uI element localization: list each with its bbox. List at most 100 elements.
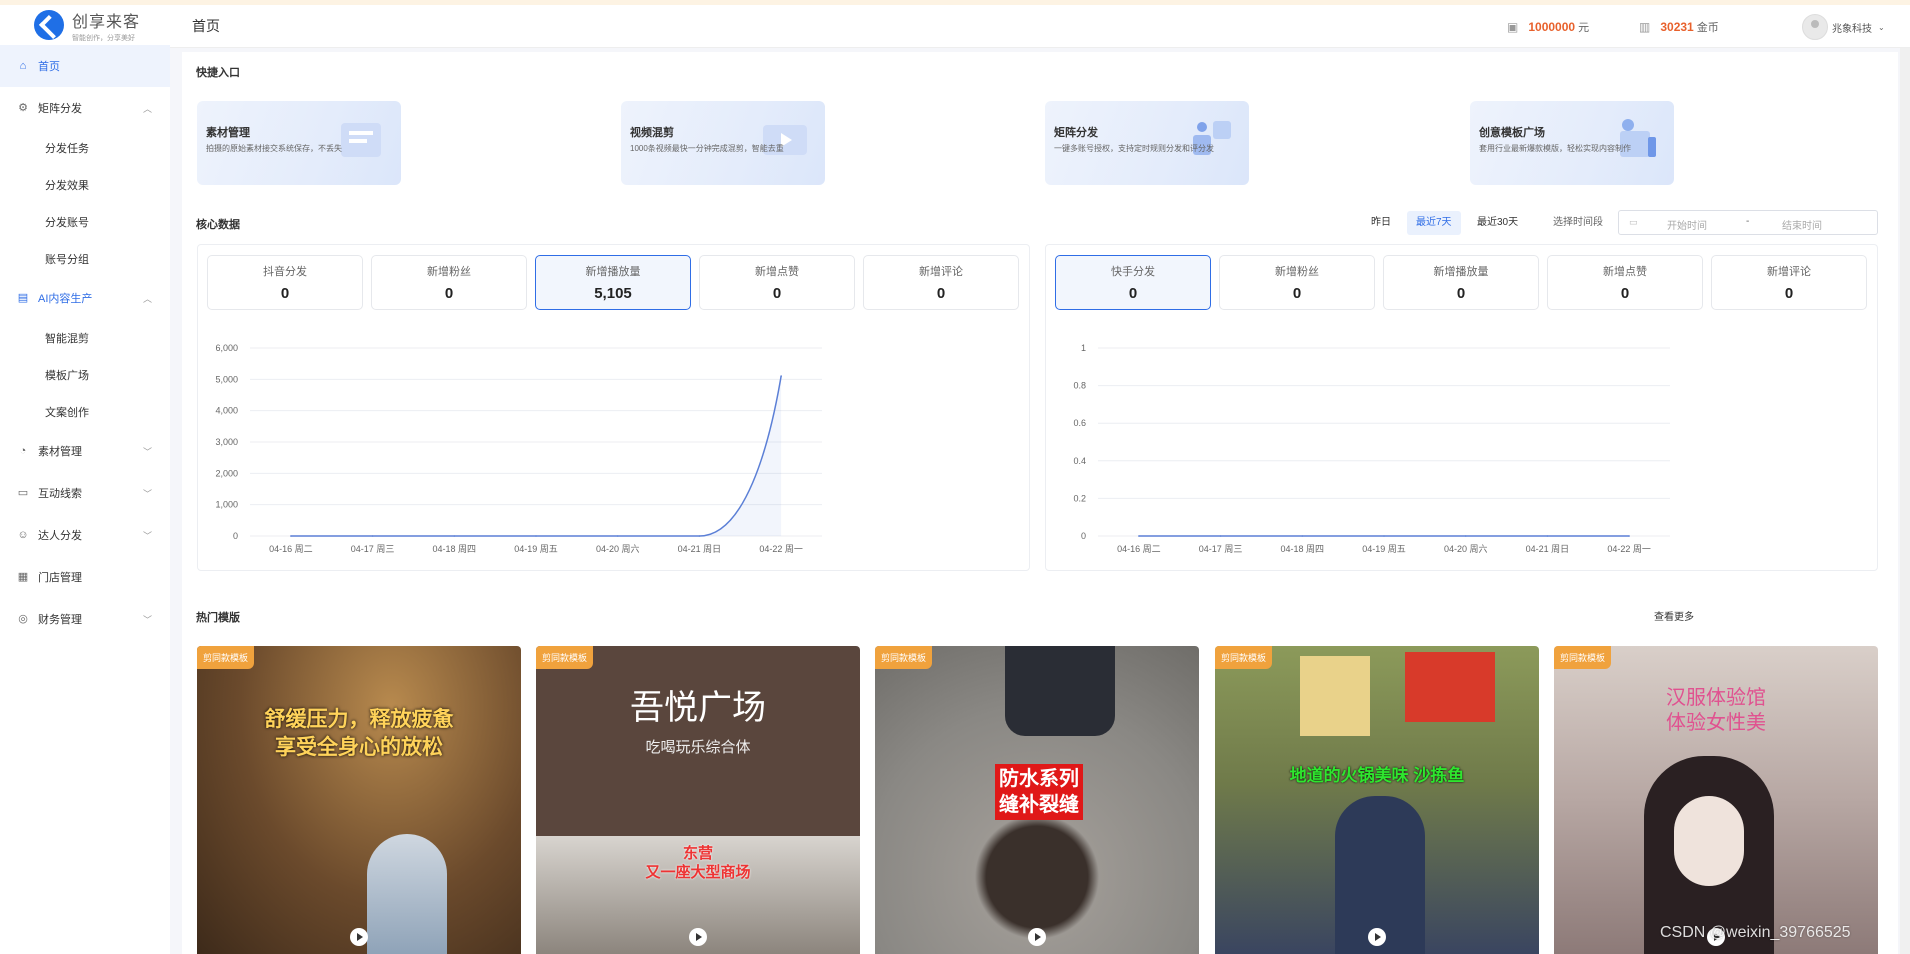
template-tag: 剪同款模板 [197, 646, 255, 669]
quick-card-matrix[interactable]: 矩阵分发 一键多账号授权，支持定时规则分发和评分发 [1045, 101, 1249, 185]
x-tick-label: 04-21 周日 [678, 544, 722, 554]
template-tag: 剪同款模板 [1215, 646, 1273, 669]
sidebar-subitem-effect[interactable]: 分发效果 [0, 166, 170, 203]
top-header: 首页 ▣ 1000000 元 ▥ 30231 金币 兆象科技 ⌄ [170, 5, 1910, 48]
range-7days[interactable]: 最近7天 [1407, 211, 1461, 235]
play-icon[interactable] [1368, 928, 1386, 946]
data-point [616, 535, 619, 537]
sidebar-subitem-account[interactable]: 分发账号 [0, 203, 170, 240]
message-icon: ▭ [17, 487, 29, 499]
x-tick-label: 04-18 周四 [433, 544, 477, 554]
sidebar-item-label: 门店管理 [38, 572, 82, 584]
kuaishou-chart: 0 0.2 0.4 0.6 0.8 1 04-16 周二 04-17 周三 04-18 周四 04… [1073, 343, 1670, 554]
play-icon[interactable] [350, 928, 368, 946]
poster-graphic [1405, 652, 1495, 722]
template-card[interactable]: 吾悦广场 吃喝玩乐综合体 东营 又一座大型商场 剪同款模板 [536, 646, 860, 954]
quick-card-title: 素材管理 [206, 127, 250, 139]
data-point [780, 375, 782, 377]
range-yesterday[interactable]: 昨日 [1362, 211, 1400, 235]
sidebar-item-label: 财务管理 [38, 614, 82, 626]
template-card[interactable]: 防水系列 缝补裂缝 剪同款模板 [875, 646, 1199, 954]
sidebar-item-ai[interactable]: ▤ AI内容生产 ︿ [0, 277, 170, 319]
y-tick-label: 1,000 [215, 500, 238, 510]
y-tick-label: 2,000 [215, 468, 238, 478]
sidebar-subitem-copywriting[interactable]: 文案创作 [0, 393, 170, 430]
template-illustration-icon [1620, 119, 1656, 157]
sidebar-item-talent[interactable]: ☺ 达人分发 ﹀ [0, 514, 170, 556]
sidebar-item-home[interactable]: ⌂ 首页 [0, 45, 170, 87]
brand-logo[interactable]: 创享来客 智能创作，分享美好 [0, 5, 170, 45]
y-tick-label: 5,000 [215, 374, 238, 384]
finance-icon: ◎ [18, 613, 28, 625]
coins-display: ▥ 30231 金币 [1639, 19, 1719, 35]
sidebar-subitem-task[interactable]: 分发任务 [0, 129, 170, 166]
play-icon[interactable] [689, 928, 707, 946]
logo-icon [34, 10, 64, 40]
view-more-link[interactable]: 查看更多 [1654, 608, 1694, 623]
sidebar-item-interaction[interactable]: ▭ 互动线索 ﹀ [0, 472, 170, 514]
sidebar-subitem-template[interactable]: 模板广场 [0, 356, 170, 393]
quick-card-template[interactable]: 创意模板广场 套用行业最新爆款模版，轻松实现内容制作 [1470, 101, 1674, 185]
template-overlay-text: 吾悦广场 [630, 688, 766, 728]
chevron-down-icon: ﹀ [142, 531, 152, 541]
sidebar-item-label: AI内容生产 [38, 293, 93, 305]
date-range-picker[interactable]: ▭ 开始时间 - 结束时间 [1618, 210, 1878, 235]
sidebar-subitem-group[interactable]: 账号分组 [0, 240, 170, 277]
face-graphic [1674, 796, 1744, 886]
x-tick-label: 04-21 周日 [1526, 544, 1570, 554]
chevron-up-icon: ︿ [142, 104, 152, 114]
sidebar-item-material[interactable]: ◔ 素材管理 ﹀ [0, 430, 170, 472]
sidebar-subitem-mix[interactable]: 智能混剪 [0, 319, 170, 356]
date-start-input[interactable]: 开始时间 [1667, 217, 1707, 232]
y-tick-label: 4,000 [215, 406, 238, 416]
template-overlay-text: 汉服体验馆 体验女性美 [1666, 687, 1766, 734]
template-card[interactable]: 地道的火锅美味 沙拣鱼 剪同款模板 [1215, 646, 1539, 954]
quick-card-mix[interactable]: 视频混剪 1000条视频最快一分钟完成混剪，智能去重 [621, 101, 825, 185]
page-scrollbar[interactable] [1900, 48, 1910, 954]
chevron-down-icon: ﹀ [142, 447, 152, 457]
date-end-input[interactable]: 结束时间 [1782, 217, 1822, 232]
sidebar-item-matrix[interactable]: ⚙ 矩阵分发 ︿ [0, 87, 170, 129]
window-graphic [367, 834, 447, 954]
sidebar-item-store[interactable]: ▦ 门店管理 [0, 556, 170, 598]
y-tick-label: 0.8 [1073, 381, 1086, 391]
x-tick-label: 04-22 周一 [759, 544, 803, 554]
data-point [698, 535, 701, 537]
user-menu[interactable]: 兆象科技 ⌄ [1802, 14, 1885, 40]
x-tick-label: 04-17 周三 [1199, 544, 1243, 554]
quick-card-desc: 套用行业最新爆款模版，轻松实现内容制作 [1479, 144, 1631, 153]
y-tick-label: 0.6 [1073, 418, 1086, 428]
play-icon[interactable] [1028, 928, 1046, 946]
quick-entry-title: 快捷入口 [196, 67, 240, 79]
document-icon: ▤ [17, 292, 29, 304]
template-subtitle: 吃喝玩乐综合体 [645, 738, 751, 756]
sidebar-item-label: 首页 [38, 61, 60, 73]
x-tick-label: 04-17 周三 [351, 544, 395, 554]
user-name: 兆象科技 [1832, 23, 1872, 35]
template-card[interactable]: 汉服体验馆 体验女性美 剪同款模板 [1554, 646, 1878, 954]
x-tick-label: 04-16 周二 [269, 544, 313, 554]
kuaishou-data-panel: 快手分发 0 新增粉丝 0 新增播放量 0 新增点赞 0 新增评论 0 0 0.2… [1045, 244, 1878, 571]
coins-unit: 金币 [1696, 22, 1719, 34]
wallet-icon: ▣ [1507, 20, 1519, 34]
quick-card-desc: 拍摄的原始素材接交系统保存，不丢失 [206, 144, 342, 153]
avatar [1802, 14, 1828, 40]
share-icon: ⚙ [18, 102, 28, 114]
core-data-title: 核心数据 [196, 219, 240, 231]
sidebar-item-label: 素材管理 [38, 446, 82, 458]
template-tag: 剪同款模板 [536, 646, 594, 669]
watermark-text: CSDN @weixin_39766525 [1660, 924, 1851, 941]
range-label: 选择时间段 [1553, 217, 1603, 228]
template-overlay-text: 舒缓压力，释放疲惫 享受全身心的放松 [264, 708, 454, 759]
range-30days[interactable]: 最近30天 [1468, 211, 1527, 235]
sidebar-item-label: 达人分发 [38, 530, 82, 542]
sleeve-graphic [1005, 646, 1115, 736]
quick-card-desc: 1000条视频最快一分钟完成混剪，智能去重 [630, 144, 784, 153]
sidebar-item-finance[interactable]: ◎ 财务管理 ﹀ [0, 598, 170, 640]
x-tick-label: 04-16 周二 [1117, 544, 1161, 554]
template-card[interactable]: 舒缓压力，释放疲惫 享受全身心的放松 剪同款模板 [197, 646, 521, 954]
date-separator: - [1746, 216, 1750, 227]
data-point [1219, 535, 1222, 537]
template-overlay-text: 防水系列 缝补裂缝 [995, 764, 1083, 820]
quick-card-material[interactable]: 素材管理 拍摄的原始素材接交系统保存，不丢失 [197, 101, 401, 185]
